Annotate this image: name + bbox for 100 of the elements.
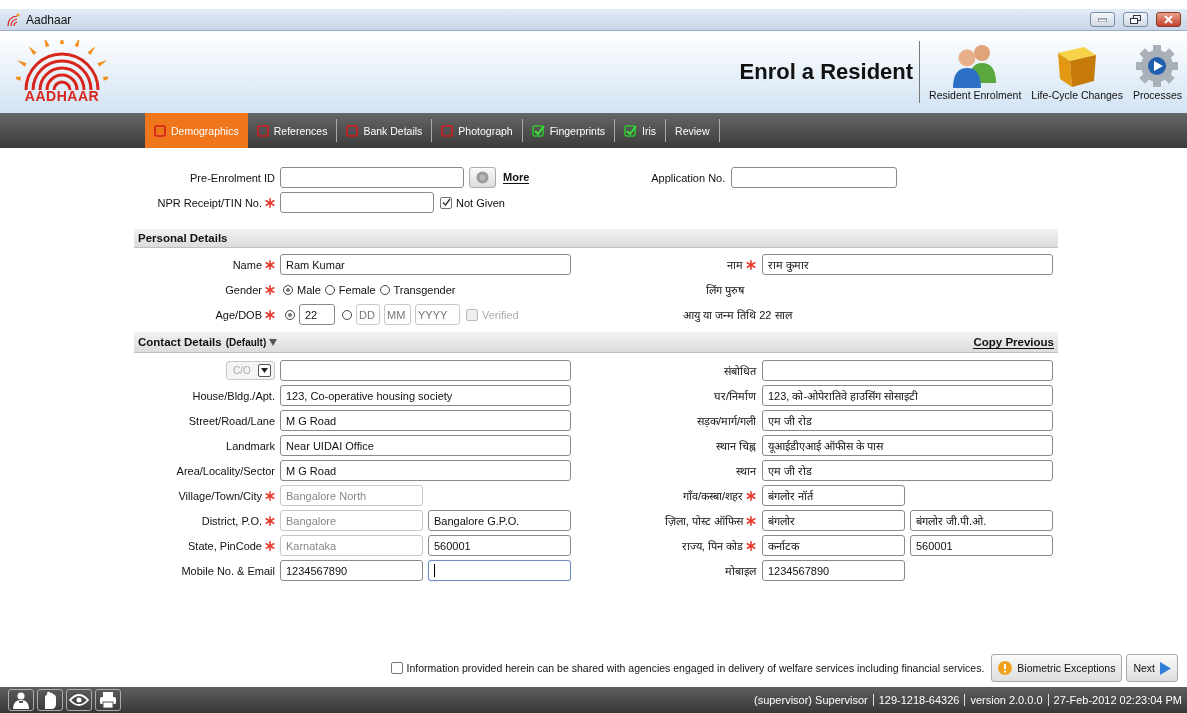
field-label: सड़क/मार्ग/गली (696, 414, 756, 428)
text-field[interactable]: कर्नाटक (762, 535, 905, 556)
name-field[interactable]: राम कुमार (762, 254, 1053, 275)
restore-icon (1130, 15, 1141, 24)
status-text: 27-Feb-2012 02:23:04 PM (1047, 694, 1187, 706)
application-field[interactable] (731, 167, 898, 188)
field-label: House/Bldg./Apt. (192, 389, 275, 402)
text-field[interactable]: बंगलोर (762, 510, 905, 531)
field-label: Mobile No. & Email (181, 564, 275, 577)
dropdown-icon[interactable] (269, 338, 278, 346)
text-field[interactable]: एम जी रोड (762, 460, 1053, 481)
text-field[interactable]: 560001 (910, 535, 1053, 556)
circle-icon (476, 171, 489, 184)
radio-button[interactable] (324, 284, 335, 295)
text-field[interactable]: 123, Co-operative housing society (280, 385, 571, 406)
text-field[interactable]: 123, को-ओपेरातिवे हाउसिंग सोसाइटी (762, 385, 1053, 406)
age-summary: आयु या जन्म तिथि 22 साल (683, 308, 794, 322)
logo-text: AADHAAR (24, 88, 100, 104)
field-label: स्थान चिह्न (715, 439, 756, 453)
tab[interactable]: Iris (615, 119, 667, 142)
age-field[interactable]: 22 (299, 304, 335, 325)
field-label: District, P.O. (201, 514, 262, 527)
field-label: Area/Locality/Sector (176, 464, 275, 477)
text-field[interactable] (428, 560, 571, 581)
exceptions-button[interactable]: Biometric Exceptions (991, 654, 1123, 682)
toolbar-button[interactable] (37, 689, 63, 711)
toolbar-button[interactable] (95, 689, 121, 711)
app-icon (6, 12, 20, 27)
field-label: घर/निर्माण (713, 389, 756, 403)
tab[interactable]: Bank Details (337, 119, 433, 142)
field-label: State, PinCode (188, 539, 262, 552)
field-label: Gender (225, 283, 262, 296)
checkbox[interactable] (440, 196, 452, 209)
text-field[interactable]: यूआईडीएआई ऑफीस के पास (762, 435, 1053, 456)
field-label: Pre-Enrolment ID (189, 171, 275, 184)
text-field[interactable] (280, 360, 571, 381)
text-field[interactable]: 1234567890 (762, 560, 905, 581)
printer-icon (99, 691, 117, 709)
text-field[interactable]: 1234567890 (280, 560, 423, 581)
field-label: NPR Receipt/TIN No. (157, 196, 262, 209)
nav-button[interactable]: Processes (1127, 43, 1187, 101)
field-label: Name (232, 258, 262, 271)
radio-button[interactable] (342, 309, 352, 320)
field-label: स्थान (736, 464, 756, 478)
section-subtitle: (Default) (225, 336, 267, 348)
text-field[interactable]: बंगलोर जी.पी.ओ. (910, 510, 1053, 531)
field-label: Street/Road/Lane (188, 414, 275, 427)
gender-summary: लिंग पुरुष (704, 283, 744, 297)
field-label: नाम (727, 258, 743, 272)
next-button[interactable]: Next (1126, 654, 1178, 682)
nav-button[interactable]: Life-Cycle Changes (1026, 43, 1128, 101)
minimize-icon (1098, 17, 1107, 22)
copy-previous-link[interactable]: Copy Previous (973, 335, 1054, 349)
more-link[interactable]: More (503, 171, 530, 184)
tab[interactable]: Fingerprints (522, 119, 616, 142)
gear-icon[interactable] (1134, 43, 1181, 89)
text-field[interactable]: बंगलोर नॉर्त (762, 485, 905, 506)
text-field[interactable]: M G Road (280, 460, 571, 481)
section-header: Personal Details (134, 229, 1058, 248)
window-title: Aadhaar (26, 12, 73, 27)
tab[interactable]: References (247, 119, 338, 142)
status-text: 129-1218-64326 (872, 694, 965, 706)
pre-enrolment-field[interactable] (280, 167, 464, 188)
radio-button[interactable] (283, 284, 293, 295)
hand-icon (42, 691, 58, 709)
close-icon (1164, 15, 1173, 24)
consent-text: Information provided herein can be shared with agencies engaged in delivery of welfare services including financial services. (406, 662, 985, 674)
checkbox-label: Verified (482, 308, 519, 321)
search-button[interactable] (469, 167, 496, 188)
field-label: Age/DOB (215, 308, 262, 321)
field-label: राज्य, पिन कोड (681, 539, 743, 553)
text-field[interactable]: Bangalore G.P.O. (428, 510, 571, 531)
field-label: Application No. (650, 171, 726, 184)
text-field[interactable]: Near UIDAI Office (280, 435, 571, 456)
field-label: Village/Town/City (178, 489, 262, 502)
field-label: ज़िला, पोस्ट ऑफिस (664, 514, 743, 528)
name-field[interactable]: Ram Kumar (280, 254, 571, 275)
text-field[interactable]: M G Road (280, 410, 571, 431)
field-label: Landmark (226, 439, 275, 452)
close-button[interactable] (1156, 12, 1181, 27)
nav-button[interactable]: Resident Enrolment (924, 43, 1027, 101)
npr-field[interactable] (280, 192, 434, 213)
minimize-button[interactable] (1090, 12, 1115, 27)
radio-button[interactable] (285, 309, 295, 320)
warning-icon (998, 661, 1013, 675)
tab[interactable]: Review (666, 119, 720, 142)
section-title: Contact Details (138, 336, 222, 348)
toolbar-button[interactable] (66, 689, 92, 711)
field-label: मोबाइल (725, 564, 756, 578)
text-field[interactable]: 560001 (428, 535, 571, 556)
radio-button[interactable] (379, 284, 390, 295)
page-title: Enrol a Resident (739, 59, 915, 85)
restore-button[interactable] (1123, 12, 1148, 27)
text-field[interactable]: एम जी रोड (762, 410, 1053, 431)
status-text: version 2.0.0.0 (964, 694, 1048, 706)
tab[interactable]: Photograph (432, 119, 523, 142)
status-text: (supervisor) Supervisor (752, 694, 869, 706)
checkbox[interactable] (390, 662, 403, 674)
text-field[interactable] (762, 360, 1053, 381)
toolbar-button[interactable] (8, 689, 34, 711)
